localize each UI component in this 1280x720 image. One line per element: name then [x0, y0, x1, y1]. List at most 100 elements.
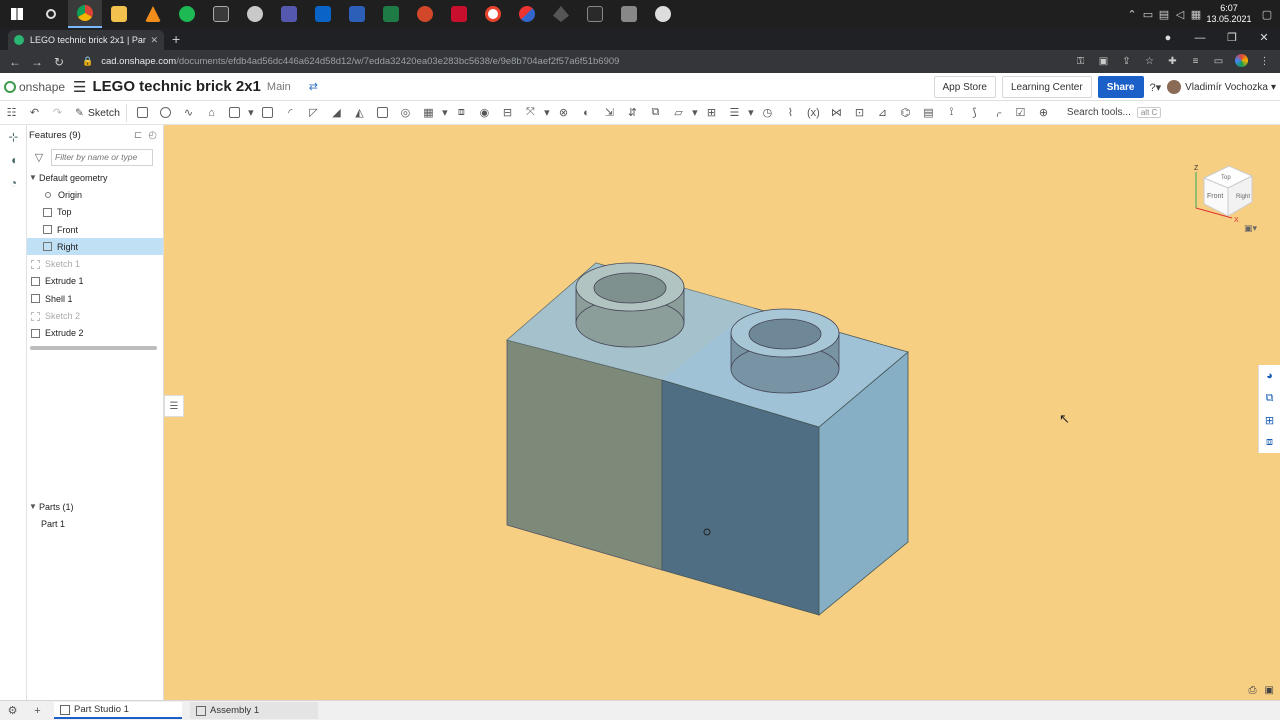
profile-icon[interactable] — [1230, 53, 1253, 70]
new-tab-icon[interactable]: + — [172, 30, 180, 48]
brick-left-face[interactable] — [506, 339, 663, 571]
vlc-icon[interactable] — [136, 0, 170, 28]
section-icon[interactable]: ⧈ — [1259, 431, 1280, 453]
shell-icon[interactable] — [371, 102, 394, 124]
browser-tab[interactable]: LEGO technic brick 2x1 | Part Studio ✕ — [8, 30, 164, 50]
reading-list-icon[interactable]: ≡ — [1184, 56, 1207, 67]
tab-search-icon[interactable]: ● — [1152, 28, 1184, 50]
volume-icon[interactable]: ◁ — [1172, 0, 1188, 28]
sketch-button[interactable]: ✎ Sketch — [69, 103, 127, 122]
chevron-down-icon[interactable]: ▾ — [542, 102, 552, 124]
key-icon[interactable]: ⚿ — [1069, 56, 1092, 67]
list-toggle-icon[interactable]: ☰ — [164, 395, 184, 417]
calculator-icon[interactable] — [204, 0, 238, 28]
frame-icon[interactable]: ⊿ — [871, 102, 894, 124]
offset-surface-icon[interactable]: ⧉ — [644, 102, 667, 124]
windows-start-icon[interactable] — [0, 0, 34, 28]
stud-1[interactable] — [575, 262, 685, 348]
feature-row-right[interactable]: Right — [27, 238, 163, 256]
corner-icon[interactable]: ⌌ — [986, 102, 1009, 124]
notification-icon[interactable]: ▢ — [1254, 0, 1280, 28]
minimize-icon[interactable]: — — [1184, 28, 1216, 50]
rollback-bar[interactable] — [30, 346, 157, 350]
pattern-icon[interactable]: ▦ — [417, 102, 440, 124]
network-icon[interactable]: ▤ — [1156, 0, 1172, 28]
rib-icon[interactable]: ◭ — [348, 102, 371, 124]
helix-icon[interactable]: ◷ — [756, 102, 779, 124]
mass-properties-icon[interactable]: ⊞ — [1259, 409, 1280, 431]
variable-icon[interactable]: ☰ — [723, 102, 746, 124]
add-tab-icon[interactable]: + — [25, 705, 50, 717]
close-window-icon[interactable]: ✕ — [1248, 28, 1280, 50]
feature-row-sketch-2[interactable]: Sketch 2 — [27, 307, 163, 324]
menu-icon[interactable]: ☰ — [73, 78, 86, 96]
split-icon[interactable]: ⊟ — [496, 102, 519, 124]
feature-row-extrude-2[interactable]: Extrude 2 — [27, 325, 163, 342]
bend-icon[interactable]: ⟟ — [940, 102, 963, 124]
filter-icon[interactable]: ▽ — [27, 151, 51, 164]
feature-row-sketch-1[interactable]: Sketch 1 — [27, 255, 163, 272]
properties-icon[interactable]: ⧉ — [1259, 387, 1280, 409]
restore-icon[interactable]: ❐ — [1216, 28, 1248, 50]
modify-fillet-icon[interactable]: ◐ — [575, 102, 598, 124]
app-gray-icon[interactable] — [612, 0, 646, 28]
curve-icon[interactable]: ⌇ — [779, 102, 802, 124]
feature-row-extrude-1[interactable]: Extrude 1 — [27, 273, 163, 290]
redo-icon[interactable]: ↷ — [46, 102, 69, 124]
tab-manager-icon[interactable]: ⚙ — [0, 704, 25, 717]
more-icon[interactable]: ⋮ — [1253, 56, 1276, 67]
thicken-icon[interactable] — [223, 102, 246, 124]
finish-icon[interactable]: ☑ — [1009, 102, 1032, 124]
chevron-up-icon[interactable]: ⌃ — [1124, 0, 1140, 28]
share-page-icon[interactable]: ⇪ — [1115, 56, 1138, 67]
part-row[interactable]: Part 1 — [27, 515, 164, 532]
learning-center-button[interactable]: Learning Center — [1001, 76, 1092, 98]
document-title[interactable]: LEGO technic brick 2x1 — [93, 78, 261, 95]
app-dark-icon[interactable] — [578, 0, 612, 28]
parts-header[interactable]: ▼ Parts (1) — [27, 498, 164, 515]
teams-icon[interactable] — [272, 0, 306, 28]
rollback-icon[interactable]: ⊏ — [134, 130, 142, 141]
delete-part-icon[interactable]: ⊗ — [552, 102, 575, 124]
chevron-down-icon[interactable]: ▾ — [246, 102, 256, 124]
view-options-icon[interactable]: ▣▾ — [1244, 221, 1270, 235]
outlook-icon[interactable] — [306, 0, 340, 28]
function-icon[interactable]: (x) — [802, 102, 825, 124]
comment-icon[interactable]: ◖ — [0, 148, 27, 171]
default-geometry-row[interactable]: ▼ Default geometry — [27, 169, 163, 186]
word-icon[interactable] — [340, 0, 374, 28]
chrome-icon[interactable] — [68, 0, 102, 28]
route-icon[interactable]: ⟆ — [963, 102, 986, 124]
caret-down-icon[interactable]: ▼ — [27, 173, 39, 182]
search-icon[interactable] — [34, 0, 68, 28]
sweep-icon[interactable]: ∿ — [177, 102, 200, 124]
wrap-icon[interactable]: ⋈ — [825, 102, 848, 124]
view-cube[interactable]: Top Front Right Z X — [1194, 158, 1264, 228]
branch-name[interactable]: Main — [267, 81, 291, 93]
feature-list-icon[interactable]: ☷ — [0, 102, 23, 124]
app-mixed-icon[interactable] — [510, 0, 544, 28]
share-button[interactable]: Share — [1097, 76, 1144, 98]
puzzle-icon[interactable]: ✚ — [1161, 56, 1184, 67]
spotify-icon[interactable] — [170, 0, 204, 28]
reload-icon[interactable]: ↻ — [48, 55, 70, 69]
chamfer-icon[interactable]: ◸ — [302, 102, 325, 124]
star-icon[interactable]: ☆ — [1138, 56, 1161, 67]
draft-icon[interactable]: ◢ — [325, 102, 348, 124]
app-red-icon[interactable] — [476, 0, 510, 28]
mirror-icon[interactable]: ⧈ — [450, 102, 473, 124]
replace-face-icon[interactable]: ⇵ — [621, 102, 644, 124]
stud-2[interactable] — [730, 308, 840, 394]
plane-icon[interactable]: ▱ — [667, 102, 690, 124]
move-face-icon[interactable]: ⇲ — [598, 102, 621, 124]
add-feature-icon[interactable]: ⊹ — [0, 125, 27, 148]
enclose-icon[interactable] — [256, 102, 279, 124]
feature-row-shell-1[interactable]: Shell 1 — [27, 290, 163, 307]
powerpoint-icon[interactable] — [408, 0, 442, 28]
tab-part-studio[interactable]: Part Studio 1 — [54, 702, 182, 719]
app-store-button[interactable]: App Store — [933, 76, 996, 98]
timer-icon[interactable]: ◴ — [148, 130, 157, 141]
inkscape-icon[interactable] — [544, 0, 578, 28]
filter-input[interactable] — [51, 148, 153, 166]
sheet-metal-icon[interactable]: ⊡ — [848, 102, 871, 124]
